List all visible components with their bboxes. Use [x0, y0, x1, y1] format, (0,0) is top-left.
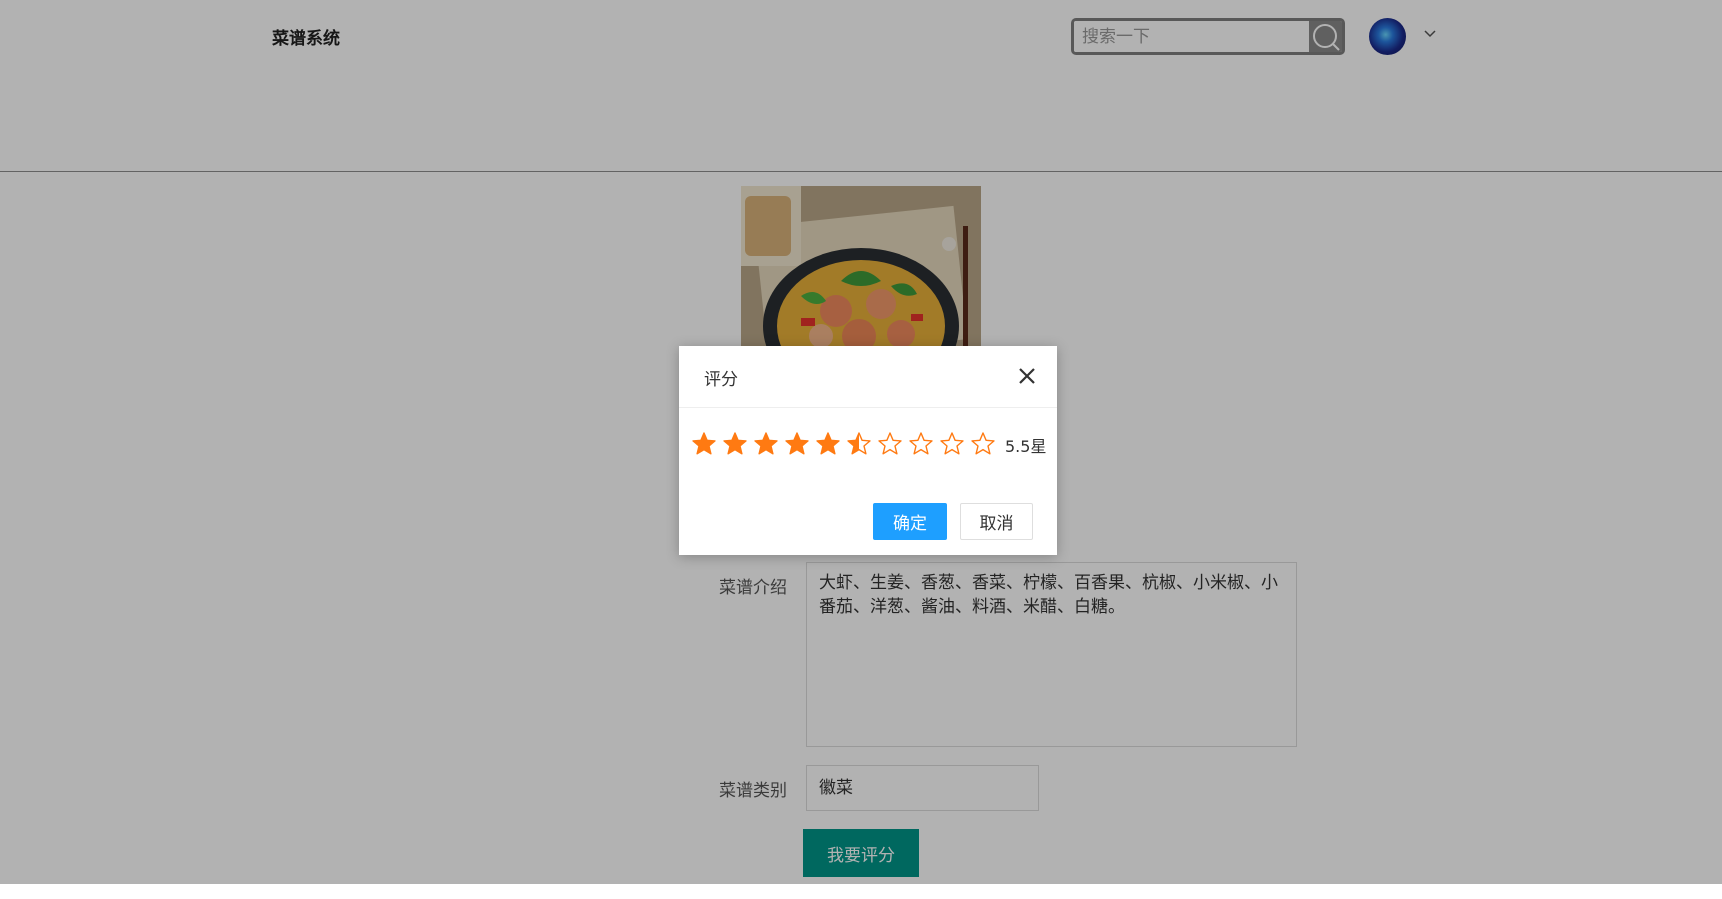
bottom-strip [0, 884, 1722, 899]
star-icon[interactable] [722, 431, 753, 459]
rating-text: 5.5星 [1005, 437, 1047, 456]
star-icon[interactable] [691, 431, 722, 459]
star-icon[interactable] [784, 431, 815, 459]
star-rating: 5.5星 [691, 431, 1046, 459]
dialog-title: 评分 [704, 370, 738, 390]
dialog-header: 评分 [679, 346, 1057, 408]
star-icon[interactable] [877, 431, 908, 459]
star-icon[interactable] [815, 431, 846, 459]
star-icon[interactable] [908, 431, 939, 459]
close-icon[interactable] [1017, 366, 1037, 386]
rating-dialog: 评分 5.5星 确定 取消 [679, 346, 1057, 555]
star-icon[interactable] [970, 431, 1001, 459]
star-icon[interactable] [846, 431, 877, 459]
confirm-button[interactable]: 确定 [873, 503, 947, 540]
star-icon[interactable] [939, 431, 970, 459]
star-icon[interactable] [753, 431, 784, 459]
cancel-button[interactable]: 取消 [960, 503, 1033, 540]
